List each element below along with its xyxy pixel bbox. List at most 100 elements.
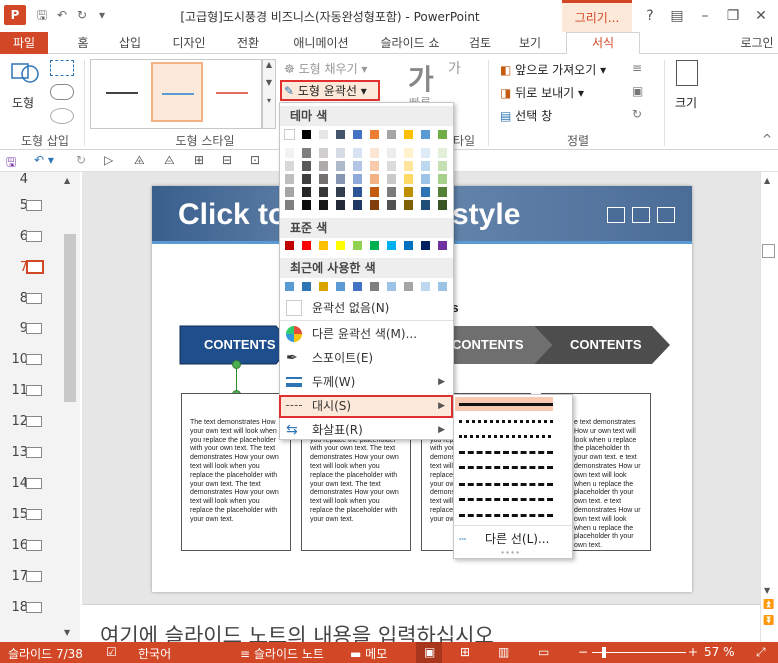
tab-transitions[interactable]: 전환 [226,32,270,54]
recent-color-swatch[interactable] [437,281,448,292]
group-icon[interactable]: ▣ [632,84,643,98]
align-top-icon[interactable]: ⨹ [134,153,145,168]
theme-shade-swatch[interactable] [386,147,397,159]
theme-shade-swatch[interactable] [386,160,397,172]
recent-color-swatch[interactable] [301,281,312,292]
theme-shade-swatch[interactable] [335,147,346,159]
theme-shade-swatch[interactable] [318,186,329,198]
theme-shade-swatch[interactable] [403,160,414,172]
theme-color-swatch[interactable] [352,129,363,140]
slide-title-left[interactable]: Click to [178,198,286,232]
theme-shade-swatch[interactable] [369,147,380,159]
theme-shade-swatch[interactable] [403,199,414,211]
theme-shade-swatch[interactable] [301,199,312,211]
theme-shade-swatch[interactable] [437,147,448,159]
login-link[interactable]: 로그인 [736,32,778,54]
comments-toggle[interactable]: ▬ 메모 [350,645,387,662]
standard-color-swatch[interactable] [335,240,346,251]
theme-shade-swatch[interactable] [386,173,397,185]
help-button[interactable]: ? [639,6,661,26]
slide-thumb-number[interactable]: 12 [4,414,28,429]
theme-shade-swatch[interactable] [386,186,397,198]
theme-shade-swatch[interactable] [437,199,448,211]
bring-forward-button[interactable]: ◧ 앞으로 가져오기 ▾ [500,61,606,78]
tab-design[interactable]: 디자인 [164,32,214,54]
recent-color-swatch[interactable] [386,281,397,292]
slide-thumb[interactable] [26,416,42,427]
theme-color-swatch[interactable] [318,129,329,140]
slide-thumb-number[interactable]: 18 [4,600,28,615]
theme-shade-swatch[interactable] [318,160,329,172]
standard-color-swatch[interactable] [318,240,329,251]
standard-color-swatch[interactable] [420,240,431,251]
theme-color-swatch[interactable] [403,129,414,140]
recent-color-swatch[interactable] [335,281,346,292]
menu-weight[interactable]: 두께(W) ▶ [280,370,453,394]
tab-review[interactable]: 검토 [462,32,498,54]
recent-color-swatch[interactable] [284,281,295,292]
theme-shade-swatch[interactable] [369,186,380,198]
restore-button[interactable]: ❐ [722,6,744,26]
powerpoint-app-icon[interactable]: P [4,5,26,25]
style-preset-1[interactable] [96,62,148,122]
zoom-slider-track[interactable] [592,652,686,653]
theme-shade-swatch[interactable] [420,173,431,185]
theme-shade-swatch[interactable] [301,186,312,198]
theme-shade-swatch[interactable] [284,160,295,172]
standard-color-swatch[interactable] [437,240,448,251]
zoom-out-icon[interactable]: − [578,645,588,659]
theme-shade-swatch[interactable] [420,199,431,211]
style-preset-2[interactable] [151,62,203,122]
standard-color-swatch[interactable] [369,240,380,251]
align-bottom-icon[interactable]: ⊡ [250,153,260,167]
theme-shade-swatch[interactable] [437,173,448,185]
tab-insert[interactable]: 삽입 [112,32,148,54]
dash-square-dot[interactable] [459,435,551,438]
undo-icon[interactable]: ↶ [54,7,70,23]
slide-scroll-thumb[interactable] [762,244,775,258]
slide-thumb-number[interactable]: 13 [4,445,28,460]
slide-thumb-number[interactable]: 11 [4,383,28,398]
theme-color-swatch[interactable] [437,129,448,140]
theme-shade-swatch[interactable] [301,160,312,172]
slide-thumb[interactable] [26,385,42,396]
standard-color-swatch[interactable] [284,240,295,251]
menu-eyedropper[interactable]: ✒ 스포이트(E) [280,346,453,370]
scroll-up-icon[interactable]: ▲ [764,176,770,185]
theme-shade-swatch[interactable] [284,173,295,185]
theme-shade-swatch[interactable] [352,173,363,185]
theme-shade-swatch[interactable] [284,147,295,159]
tab-format[interactable]: 서식 [566,32,640,55]
save-icon[interactable]: 🖫 [34,7,50,23]
edit-shape-icon[interactable] [50,60,74,76]
theme-color-swatch[interactable] [335,129,346,140]
slide-thumb-number[interactable]: 17 [4,569,28,584]
redo-icon[interactable]: ↻ [74,7,90,23]
align-center-icon[interactable]: ⊟ [222,153,232,167]
theme-shade-swatch[interactable] [403,173,414,185]
slide-thumb-number[interactable]: 4 [4,172,28,187]
theme-shade-swatch[interactable] [352,147,363,159]
ribbon-options-icon[interactable]: ▤ [666,6,688,26]
align-middle-icon[interactable]: ⨺ [164,153,175,168]
recent-color-swatch[interactable] [403,281,414,292]
standard-color-swatch[interactable] [301,240,312,251]
standard-color-swatch[interactable] [352,240,363,251]
menu-no-outline[interactable]: 윤곽선 없음(N) [280,296,453,320]
undo-icon[interactable]: ↶ ▾ [34,153,54,167]
resize-grip-icon[interactable]: ∙∙∙∙ [500,548,520,557]
dash-round-dot[interactable] [459,420,553,423]
text-fill-button[interactable]: 가 [448,58,461,78]
theme-shade-swatch[interactable] [335,186,346,198]
standard-color-swatch[interactable] [403,240,414,251]
rotate-icon[interactable]: ↻ [632,107,642,121]
recent-color-swatch[interactable] [318,281,329,292]
zoom-in-icon[interactable]: + [688,645,698,659]
theme-color-swatch[interactable] [420,129,431,140]
fit-to-window-icon[interactable]: ⤢ [756,645,766,660]
thumbnail-scroll-thumb[interactable] [64,234,76,402]
recent-color-swatch[interactable] [420,281,431,292]
slide-thumb[interactable] [26,540,42,551]
menu-more-outline-colors[interactable]: 다른 윤곽선 색(M)... [280,322,453,346]
menu-arrows[interactable]: ⇆ 화살표(R) ▶ [280,418,453,442]
